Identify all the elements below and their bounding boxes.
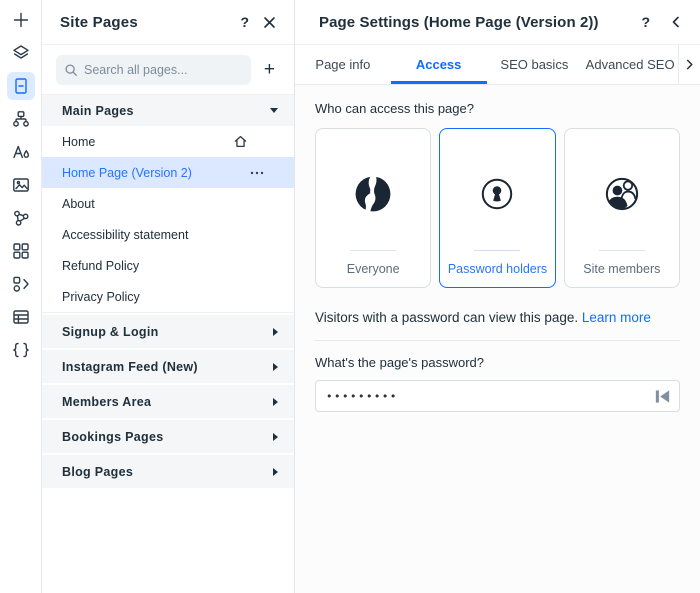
code-icon[interactable] bbox=[7, 339, 35, 361]
sitemap-icon[interactable] bbox=[7, 108, 35, 130]
wix-editor-window: Site Pages ? + Main Pages Home bbox=[0, 0, 700, 593]
add-page-button[interactable]: + bbox=[261, 60, 278, 79]
chevron-right-icon bbox=[273, 328, 278, 336]
search-input[interactable] bbox=[56, 55, 251, 85]
section-main-pages[interactable]: Main Pages bbox=[42, 95, 294, 126]
access-option-label: Password holders bbox=[448, 251, 547, 287]
chevron-right-icon bbox=[684, 59, 695, 70]
theme-text-icon[interactable] bbox=[7, 141, 35, 163]
members-icon bbox=[600, 172, 644, 216]
access-option-everyone[interactable]: Everyone bbox=[315, 128, 431, 288]
editor-icon-rail bbox=[0, 0, 42, 593]
close-icon[interactable] bbox=[261, 14, 278, 31]
pages-icon[interactable] bbox=[7, 72, 35, 100]
connections-icon[interactable] bbox=[7, 207, 35, 229]
chevron-right-icon bbox=[273, 468, 278, 476]
home-icon bbox=[233, 134, 248, 149]
apps-grid-icon[interactable] bbox=[7, 240, 35, 262]
section-blog-pages[interactable]: Blog Pages bbox=[42, 455, 294, 488]
page-item-home[interactable]: Home bbox=[42, 126, 294, 157]
password-field[interactable] bbox=[315, 380, 680, 412]
chevron-right-icon bbox=[273, 433, 278, 441]
page-item-refund-policy[interactable]: Refund Policy bbox=[42, 250, 294, 281]
quick-add-icon[interactable] bbox=[7, 273, 35, 295]
section-instagram-feed[interactable]: Instagram Feed (New) bbox=[42, 350, 294, 383]
section-bookings-pages[interactable]: Bookings Pages bbox=[42, 420, 294, 453]
page-settings-title: Page Settings (Home Page (Version 2)) bbox=[319, 14, 599, 31]
more-tabs-button[interactable] bbox=[678, 45, 700, 84]
page-item-about[interactable]: About bbox=[42, 188, 294, 219]
site-pages-panel: Site Pages ? + Main Pages Home bbox=[42, 0, 295, 593]
divider bbox=[315, 340, 680, 341]
search-row: + bbox=[42, 45, 294, 95]
page-item-home-page-version-2[interactable]: Home Page (Version 2) bbox=[42, 157, 294, 188]
password-input[interactable] bbox=[326, 390, 650, 403]
section-members-area[interactable]: Members Area bbox=[42, 385, 294, 418]
password-label: What's the page's password? bbox=[315, 355, 680, 370]
page-item-accessibility-statement[interactable]: Accessibility statement bbox=[42, 219, 294, 250]
password-reveal-icon[interactable] bbox=[650, 384, 674, 408]
access-option-site-members[interactable]: Site members bbox=[564, 128, 680, 288]
globe-icon bbox=[351, 172, 395, 216]
section-signup-login[interactable]: Signup & Login bbox=[42, 315, 294, 348]
access-option-password-holders[interactable]: Password holders bbox=[439, 128, 555, 288]
site-pages-header: Site Pages ? bbox=[42, 0, 294, 45]
page-settings-header: Page Settings (Home Page (Version 2)) ? bbox=[295, 0, 700, 45]
page-item-privacy-policy[interactable]: Privacy Policy bbox=[42, 281, 294, 312]
tab-access[interactable]: Access bbox=[391, 45, 487, 84]
ellipsis-menu-icon[interactable] bbox=[250, 171, 264, 175]
settings-tabs: Page info Access SEO basics Advanced SEO bbox=[295, 45, 700, 85]
cms-database-icon[interactable] bbox=[7, 306, 35, 328]
access-option-label: Everyone bbox=[347, 251, 400, 287]
access-options: Everyone Password holders bbox=[315, 128, 680, 288]
add-elements-icon[interactable] bbox=[7, 9, 35, 31]
help-icon[interactable]: ? bbox=[236, 12, 253, 32]
chevron-right-icon bbox=[273, 363, 278, 371]
access-question: Who can access this page? bbox=[315, 101, 680, 116]
page-settings-panel: Page Settings (Home Page (Version 2)) ? … bbox=[295, 0, 700, 593]
search-field[interactable] bbox=[84, 63, 243, 77]
section-divider bbox=[42, 312, 294, 314]
chevron-right-icon bbox=[273, 398, 278, 406]
media-icon[interactable] bbox=[7, 174, 35, 196]
search-icon bbox=[64, 63, 78, 77]
chevron-down-icon bbox=[270, 108, 278, 113]
keyhole-icon bbox=[475, 172, 519, 216]
learn-more-link[interactable]: Learn more bbox=[582, 310, 651, 325]
access-tab-content: Who can access this page? Everyone bbox=[295, 85, 700, 593]
tab-seo-basics[interactable]: SEO basics bbox=[487, 45, 583, 84]
pages-list: Main Pages Home Home Page (Version 2) Ab… bbox=[42, 95, 294, 593]
access-option-label: Site members bbox=[583, 251, 660, 287]
access-note: Visitors with a password can view this p… bbox=[315, 310, 680, 325]
tab-page-info[interactable]: Page info bbox=[295, 45, 391, 84]
tab-advanced-seo[interactable]: Advanced SEO bbox=[582, 45, 678, 84]
help-icon[interactable]: ? bbox=[637, 12, 654, 32]
layers-icon[interactable] bbox=[7, 42, 35, 64]
panel-title: Site Pages bbox=[60, 14, 138, 31]
collapse-panel-icon[interactable] bbox=[668, 14, 684, 30]
